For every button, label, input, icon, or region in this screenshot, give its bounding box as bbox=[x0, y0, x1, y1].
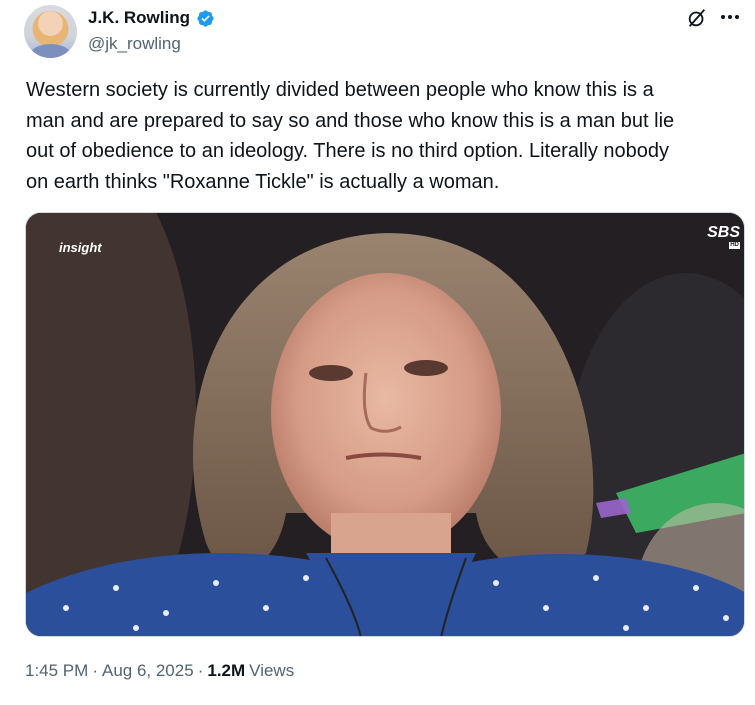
meta-separator: · bbox=[197, 661, 204, 680]
avatar-shoulders bbox=[30, 44, 71, 58]
insight-watermark-text: insight bbox=[59, 240, 102, 255]
tweet-media-image[interactable]: insight SBS HD bbox=[25, 212, 745, 637]
verified-badge-icon bbox=[197, 9, 214, 27]
grok-icon[interactable] bbox=[686, 7, 708, 29]
tweet-meta: 1:45 PM · Aug 6, 2025 · 1.2M Views bbox=[25, 661, 294, 681]
sbs-watermark-text: SBS bbox=[707, 224, 740, 241]
views-label: Views bbox=[249, 661, 295, 680]
tweet-card: J.K. Rowling @jk_rowling Western society… bbox=[0, 0, 755, 705]
sbs-hd-label: HD bbox=[729, 242, 740, 249]
more-options-icon[interactable] bbox=[721, 10, 743, 24]
tweet-date[interactable]: Aug 6, 2025 bbox=[102, 661, 194, 681]
meta-separator: · bbox=[92, 661, 98, 680]
author-avatar[interactable] bbox=[24, 5, 77, 58]
tweet-time[interactable]: 1:45 PM bbox=[25, 661, 88, 681]
author-display-name[interactable]: J.K. Rowling bbox=[88, 8, 190, 28]
tweet-text: Western society is currently divided bet… bbox=[26, 79, 675, 193]
sbs-watermark: SBS HD bbox=[707, 225, 740, 249]
author-name-row: J.K. Rowling bbox=[88, 8, 215, 28]
insight-watermark: insight bbox=[59, 240, 102, 255]
views-count: 1.2M bbox=[207, 661, 246, 680]
author-handle[interactable]: @jk_rowling bbox=[88, 34, 181, 54]
media-photo-illustration bbox=[26, 213, 744, 636]
